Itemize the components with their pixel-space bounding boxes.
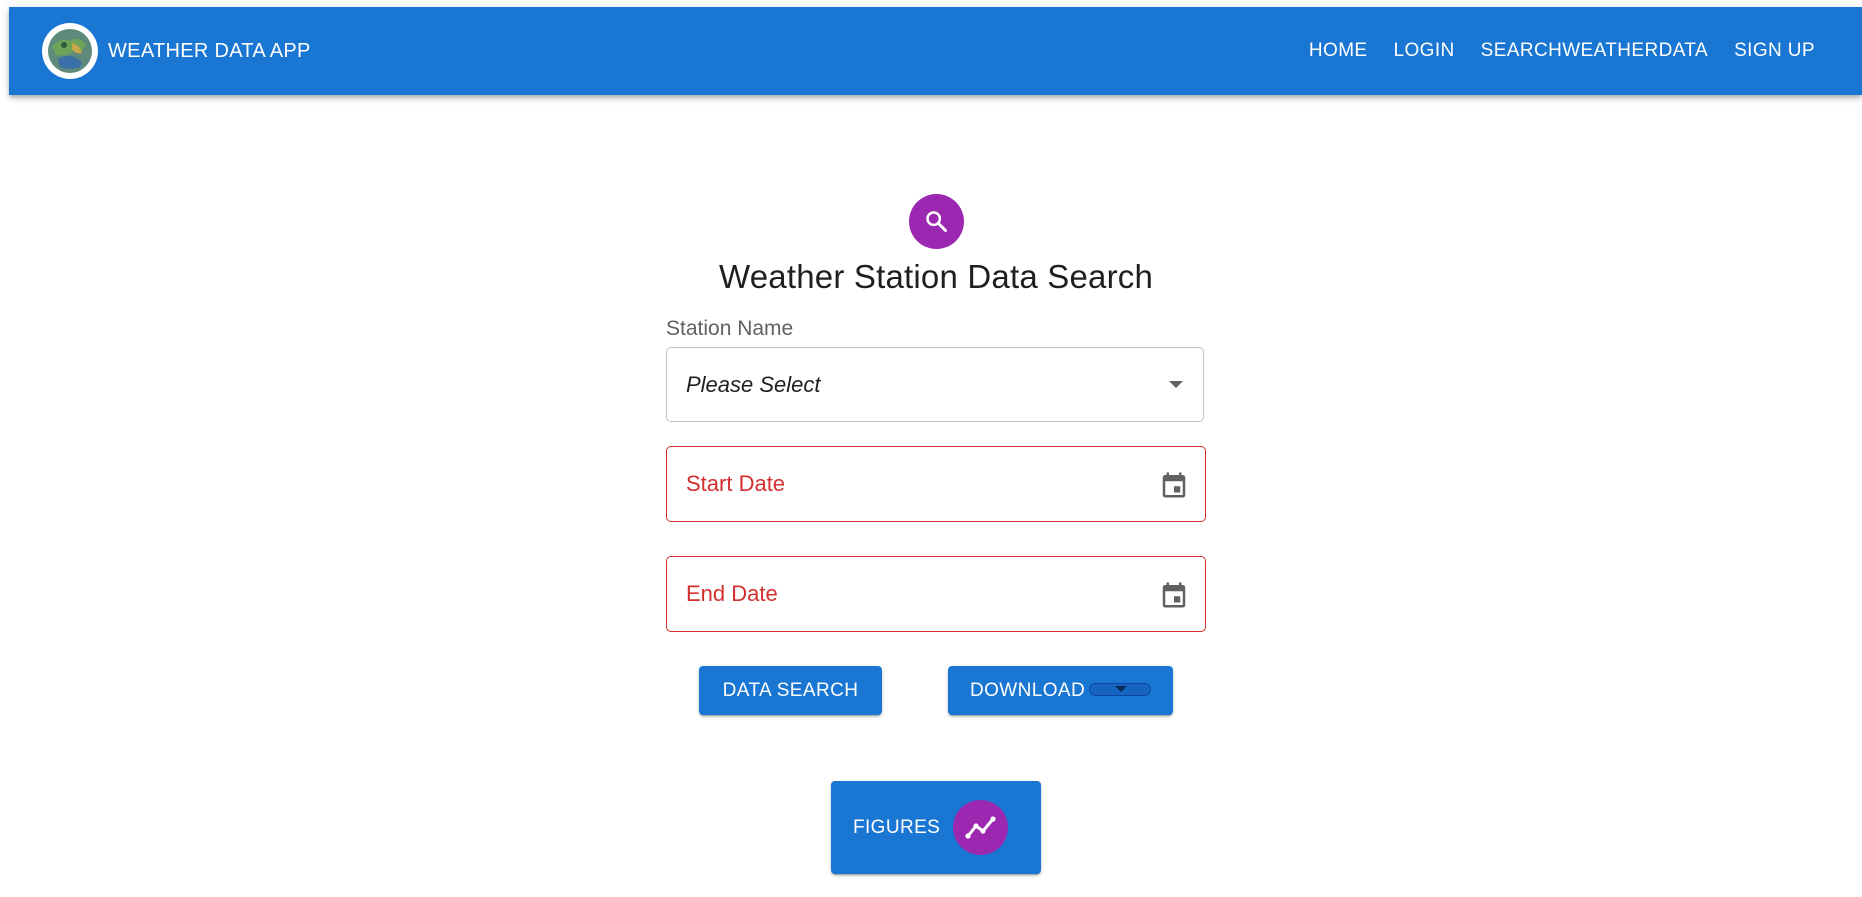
app-bar: WEATHER DATA APP HOME LOGIN SEARCHWEATHE… <box>9 7 1862 95</box>
nav-home[interactable]: HOME <box>1298 34 1379 68</box>
start-date-placeholder: Start Date <box>686 471 786 496</box>
nav-search-weather-data[interactable]: SEARCHWEATHERDATA <box>1470 34 1719 68</box>
download-label: DOWNLOAD <box>970 680 1086 701</box>
top-nav: HOME LOGIN SEARCHWEATHERDATA SIGN UP <box>1294 7 1826 95</box>
chevron-down-icon <box>1115 686 1127 692</box>
station-name-value: Please Select <box>686 372 821 397</box>
station-name-select[interactable]: Please Select <box>666 347 1204 422</box>
search-avatar <box>909 194 964 249</box>
nav-sign-up[interactable]: SIGN UP <box>1723 34 1826 68</box>
start-date-field[interactable]: Start Date <box>666 446 1206 522</box>
data-search-button[interactable]: DATA SEARCH <box>699 666 882 715</box>
page-title: Weather Station Data Search <box>718 258 1154 295</box>
station-name-label: Station Name <box>666 317 794 340</box>
calendar-icon[interactable] <box>1159 580 1189 615</box>
figures-button[interactable]: FIGURES <box>831 781 1041 874</box>
app-brand-title[interactable]: WEATHER DATA APP <box>108 7 311 95</box>
chevron-down-icon <box>1169 381 1183 388</box>
line-chart-icon <box>953 800 1008 855</box>
end-date-field[interactable]: End Date <box>666 556 1206 632</box>
end-date-placeholder: End Date <box>686 581 778 606</box>
download-format-select[interactable] <box>1089 683 1151 696</box>
calendar-icon[interactable] <box>1159 470 1189 505</box>
nav-login[interactable]: LOGIN <box>1383 34 1466 68</box>
search-icon <box>926 211 947 232</box>
figures-label: FIGURES <box>853 817 941 838</box>
weather-globe-logo[interactable] <box>42 23 98 79</box>
download-button[interactable]: DOWNLOAD <box>948 666 1173 715</box>
